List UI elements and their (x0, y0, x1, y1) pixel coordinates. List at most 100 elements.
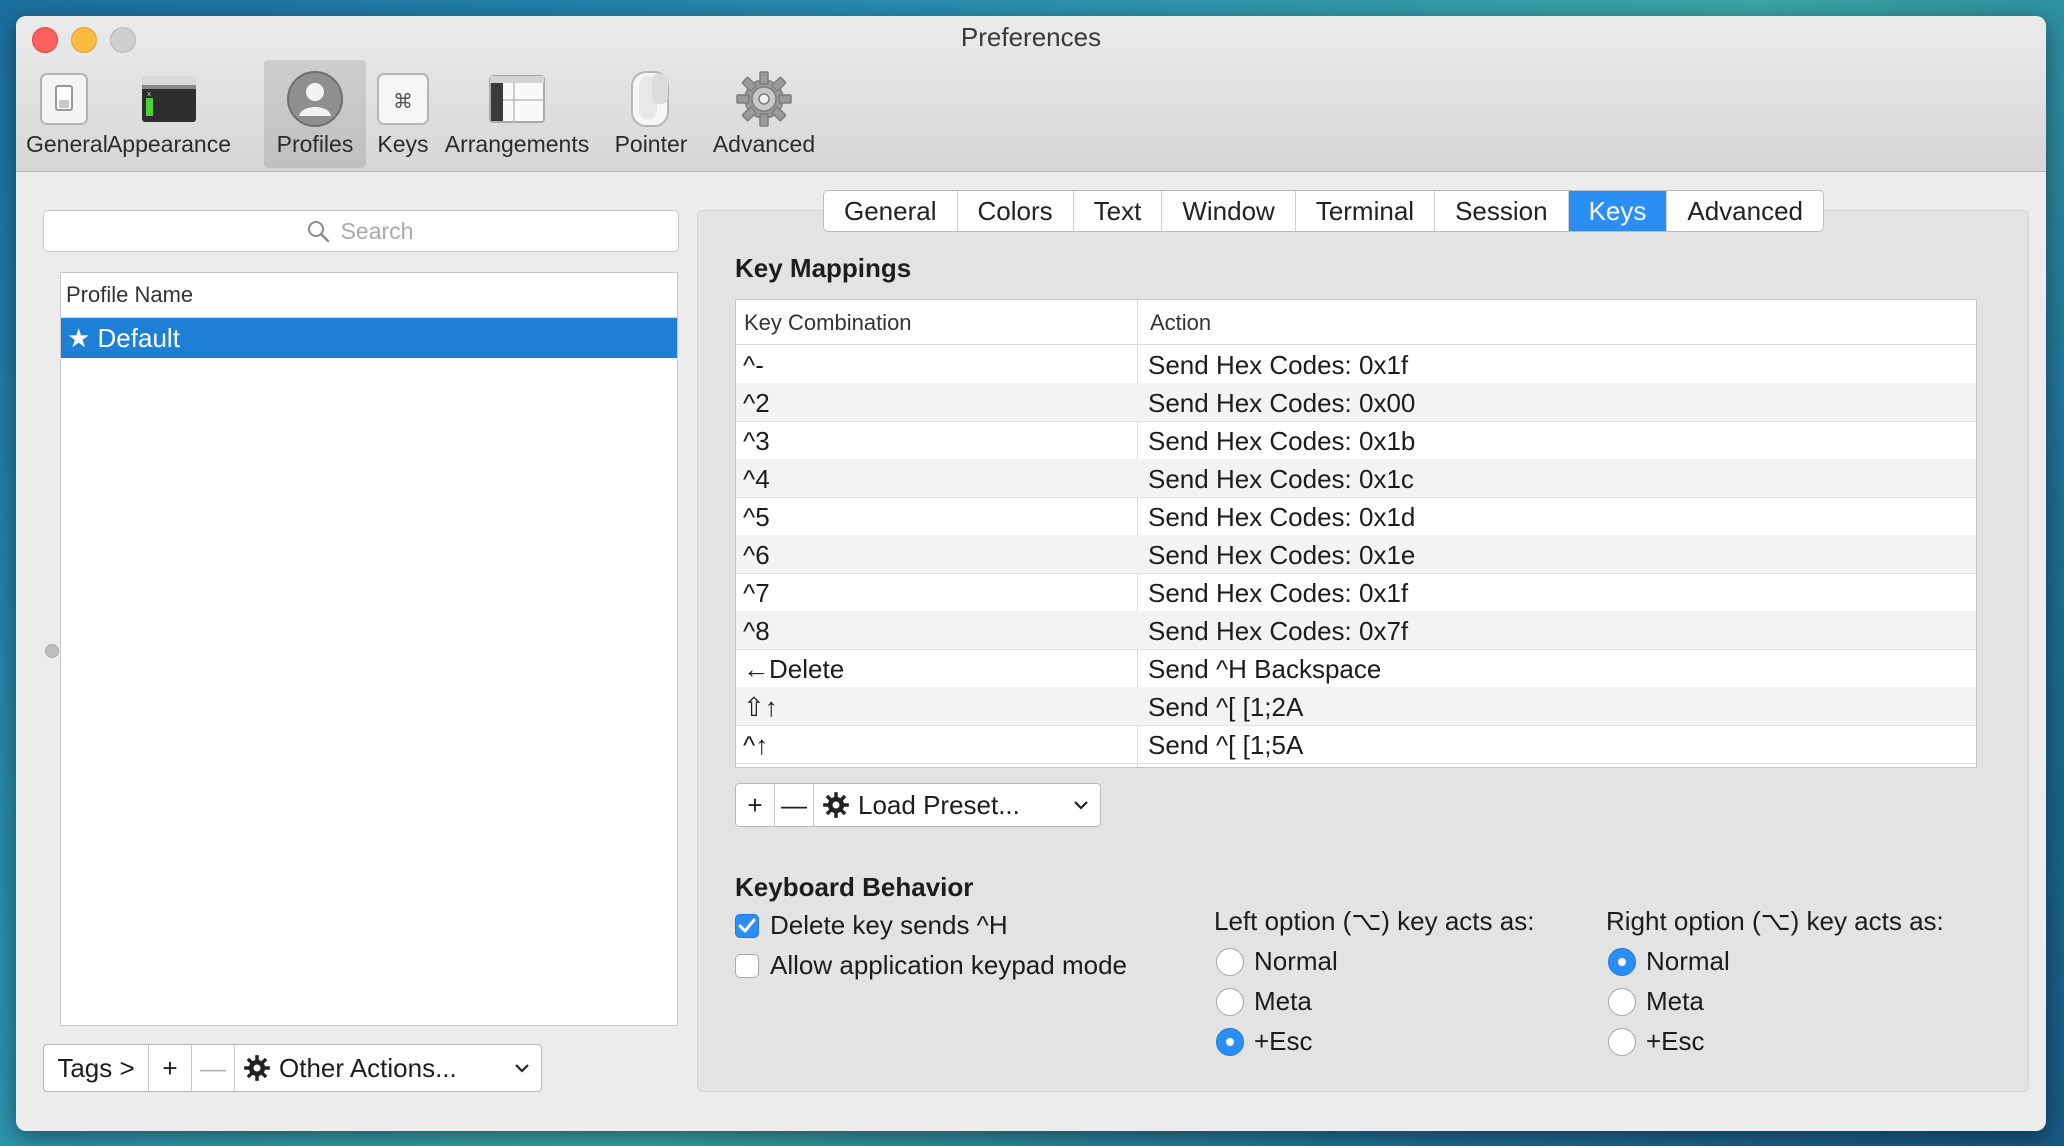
right-option-esc-label[interactable]: +Esc (1646, 1026, 1705, 1057)
chevron-down-icon (1074, 801, 1088, 810)
toolbar-advanced[interactable]: Advanced (706, 60, 822, 168)
keyboard-behavior-heading: Keyboard Behavior (735, 872, 974, 902)
key-combination-column-header[interactable]: Key Combination (744, 310, 912, 336)
action-column-header[interactable]: Action (1150, 310, 1211, 336)
load-preset-popup[interactable]: Load Preset... (814, 784, 1100, 826)
action-cell: Send Hex Codes: 0x1e (1148, 540, 1416, 570)
profile-search-field[interactable] (43, 210, 679, 252)
load-preset-label: Load Preset... (858, 789, 1020, 820)
svg-text:x: x (147, 90, 151, 98)
checkmark-icon (738, 918, 756, 933)
tab-window[interactable]: Window (1162, 191, 1296, 231)
titlebar: Preferences General x Appearance Profile… (16, 16, 2046, 172)
window-arrangement-icon (489, 75, 545, 123)
remove-profile-button[interactable]: — (192, 1045, 235, 1091)
search-input[interactable] (44, 211, 678, 251)
other-actions-popup[interactable]: Other Actions... (235, 1045, 541, 1091)
user-silhouette-icon (287, 71, 343, 127)
action-cell: Send Hex Codes: 0x1b (1148, 426, 1416, 456)
key-cell: ^4 (743, 464, 770, 494)
gear-icon (244, 1055, 270, 1081)
toolbar-pointer[interactable]: Pointer (608, 60, 694, 168)
key-mappings-heading: Key Mappings (735, 253, 912, 283)
profile-row-default[interactable]: ★ Default (61, 318, 677, 358)
tags-button[interactable]: Tags > (44, 1045, 149, 1091)
add-mapping-button[interactable]: + (736, 784, 775, 826)
action-cell: Send Hex Codes: 0x1f (1148, 578, 1409, 608)
table-row[interactable]: ^↑ Send ^[ [1;5A (736, 725, 1976, 764)
left-option-meta-label[interactable]: Meta (1254, 986, 1312, 1017)
switch-icon (40, 73, 88, 125)
toolbar-profiles[interactable]: Profiles (264, 60, 366, 168)
svg-text:⌘: ⌘ (393, 89, 413, 113)
key-cell: ^2 (743, 388, 770, 418)
table-row[interactable]: ^8 Send Hex Codes: 0x7f (736, 611, 1976, 650)
chevron-down-icon (515, 1064, 529, 1073)
profile-name-column-header[interactable]: Profile Name (61, 273, 677, 318)
action-cell: Send ^[ [1;2A (1148, 692, 1304, 722)
tab-session[interactable]: Session (1435, 191, 1569, 231)
tab-advanced[interactable]: Advanced (1667, 191, 1823, 231)
right-option-normal-label[interactable]: Normal (1646, 946, 1730, 977)
action-cell: Send ^H Backspace (1148, 654, 1382, 684)
key-cell: ^↑ (743, 730, 769, 760)
key-cell: ⇧↑ (743, 692, 778, 722)
terminal-window-icon: x (142, 76, 196, 122)
action-cell: Send Hex Codes: 0x1f (1148, 350, 1409, 380)
toolbar-keys[interactable]: ⌘ Keys (368, 60, 438, 168)
key-cell: ←Delete (743, 654, 845, 684)
tab-terminal[interactable]: Terminal (1296, 191, 1436, 231)
add-profile-button[interactable]: + (149, 1045, 192, 1091)
key-mappings-table[interactable]: Key Combination Action ^- Send Hex Codes:… (735, 299, 1977, 768)
toolbar-appearance[interactable]: x Appearance (104, 60, 234, 168)
delete-sends-h-label[interactable]: Delete key sends ^H (770, 910, 1008, 941)
action-cell: Send Hex Codes: 0x1c (1148, 464, 1414, 494)
key-cell: ^7 (743, 578, 770, 608)
table-row[interactable]: ^4 Send Hex Codes: 0x1c (736, 459, 1976, 498)
action-cell: Send Hex Codes: 0x1d (1148, 502, 1416, 532)
left-option-meta-radio[interactable] (1216, 988, 1244, 1016)
profile-actions-bar: Tags > + — Other Actions... (43, 1044, 542, 1092)
table-row[interactable]: ^6 Send Hex Codes: 0x1e (736, 535, 1976, 574)
delete-sends-h-checkbox[interactable] (735, 914, 759, 938)
action-cell: Send Hex Codes: 0x7f (1148, 616, 1409, 646)
split-view-handle[interactable] (45, 644, 59, 658)
table-row[interactable]: ^7 Send Hex Codes: 0x1f (736, 573, 1976, 612)
left-option-esc-label[interactable]: +Esc (1254, 1026, 1313, 1057)
right-option-meta-label[interactable]: Meta (1646, 986, 1704, 1017)
table-row[interactable]: ←Delete Send ^H Backspace (736, 649, 1976, 688)
tab-general[interactable]: General (824, 191, 958, 231)
remove-mapping-button[interactable]: — (775, 784, 814, 826)
preferences-window: Preferences General x Appearance Profile… (16, 16, 2046, 1131)
left-option-normal-radio[interactable] (1216, 948, 1244, 976)
key-cell: ^8 (743, 616, 770, 646)
gear-icon (736, 71, 792, 127)
table-row[interactable]: ^3 Send Hex Codes: 0x1b (736, 421, 1976, 460)
right-option-normal-radio[interactable] (1608, 948, 1636, 976)
tab-colors[interactable]: Colors (958, 191, 1074, 231)
left-option-normal-label[interactable]: Normal (1254, 946, 1338, 977)
left-option-esc-radio[interactable] (1216, 1028, 1244, 1056)
table-row[interactable]: ⇧↑ Send ^[ [1;2A (736, 687, 1976, 726)
tab-keys[interactable]: Keys (1568, 191, 1668, 231)
table-row[interactable]: ^5 Send Hex Codes: 0x1d (736, 497, 1976, 536)
profile-tabs: General Colors Text Window Terminal Sess… (823, 190, 1825, 232)
app-keypad-checkbox[interactable] (735, 954, 759, 978)
key-mapping-actions-bar: + — Load Preset... (735, 783, 1101, 827)
table-row[interactable]: ^- Send Hex Codes: 0x1f (736, 345, 1976, 384)
right-option-esc-radio[interactable] (1608, 1028, 1636, 1056)
left-option-heading: Left option (⌥) key acts as: (1214, 906, 1535, 936)
key-cell: ^5 (743, 502, 770, 532)
gear-icon (823, 792, 849, 818)
table-row[interactable]: ^2 Send Hex Codes: 0x00 (736, 383, 1976, 422)
key-cell: ^6 (743, 540, 770, 570)
key-cell: ^3 (743, 426, 770, 456)
profile-list[interactable]: Profile Name ★ Default (60, 272, 678, 1026)
app-keypad-label[interactable]: Allow application keypad mode (770, 950, 1127, 981)
action-cell: Send Hex Codes: 0x00 (1148, 388, 1416, 418)
toolbar-arrangements[interactable]: Arrangements (442, 60, 592, 168)
mouse-icon (631, 71, 669, 127)
tab-text[interactable]: Text (1074, 191, 1163, 231)
toolbar-general[interactable]: General (26, 60, 108, 168)
right-option-meta-radio[interactable] (1608, 988, 1636, 1016)
